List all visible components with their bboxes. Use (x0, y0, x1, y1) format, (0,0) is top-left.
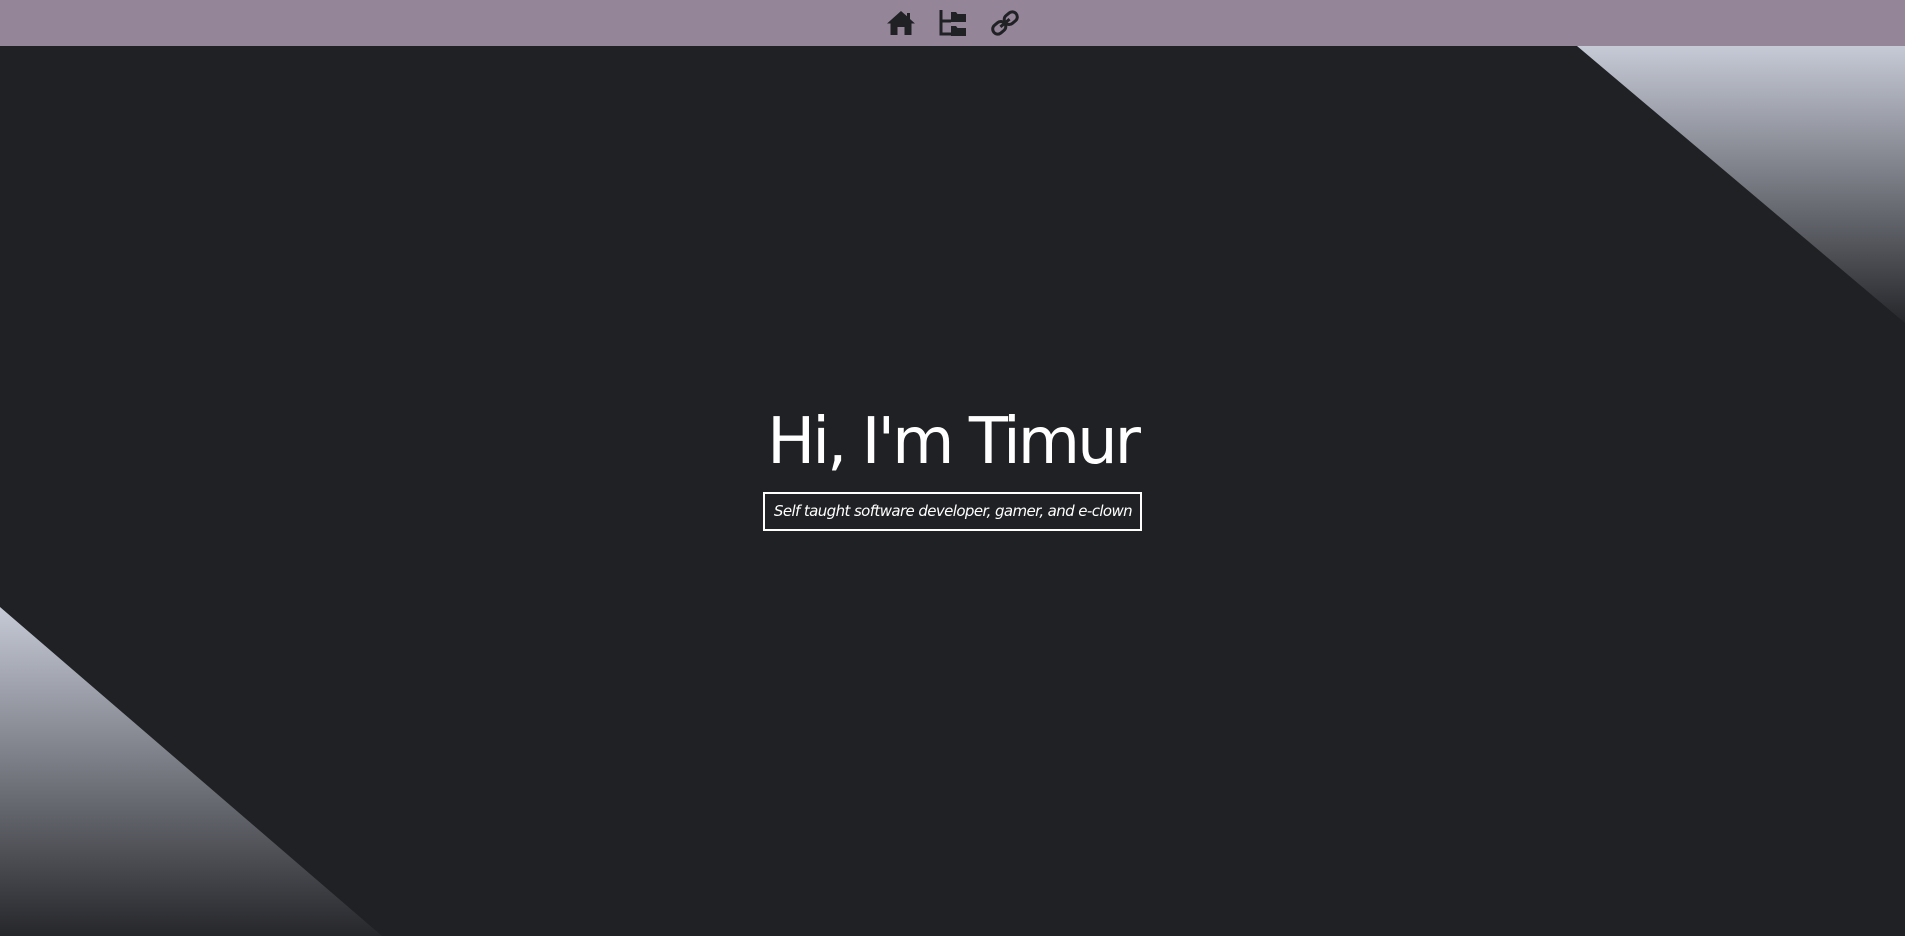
nav-home-link[interactable] (885, 7, 917, 39)
home-icon (886, 11, 915, 35)
corner-decoration-bottom-left (0, 607, 382, 936)
hero-title: Hi, I'm Timur (767, 405, 1141, 479)
top-navbar (0, 0, 1905, 46)
folder-tree-icon (939, 10, 966, 36)
hero-section: Hi, I'm Timur Self taught software devel… (0, 410, 1905, 531)
page: Hi, I'm Timur Self taught software devel… (0, 0, 1905, 936)
nav-projects-link[interactable] (937, 7, 969, 39)
hero-subtitle: Self taught software developer, gamer, a… (762, 492, 1143, 531)
nav-links-link[interactable] (989, 7, 1021, 39)
link-icon (990, 10, 1019, 36)
corner-decoration-top-right (1577, 46, 1905, 323)
